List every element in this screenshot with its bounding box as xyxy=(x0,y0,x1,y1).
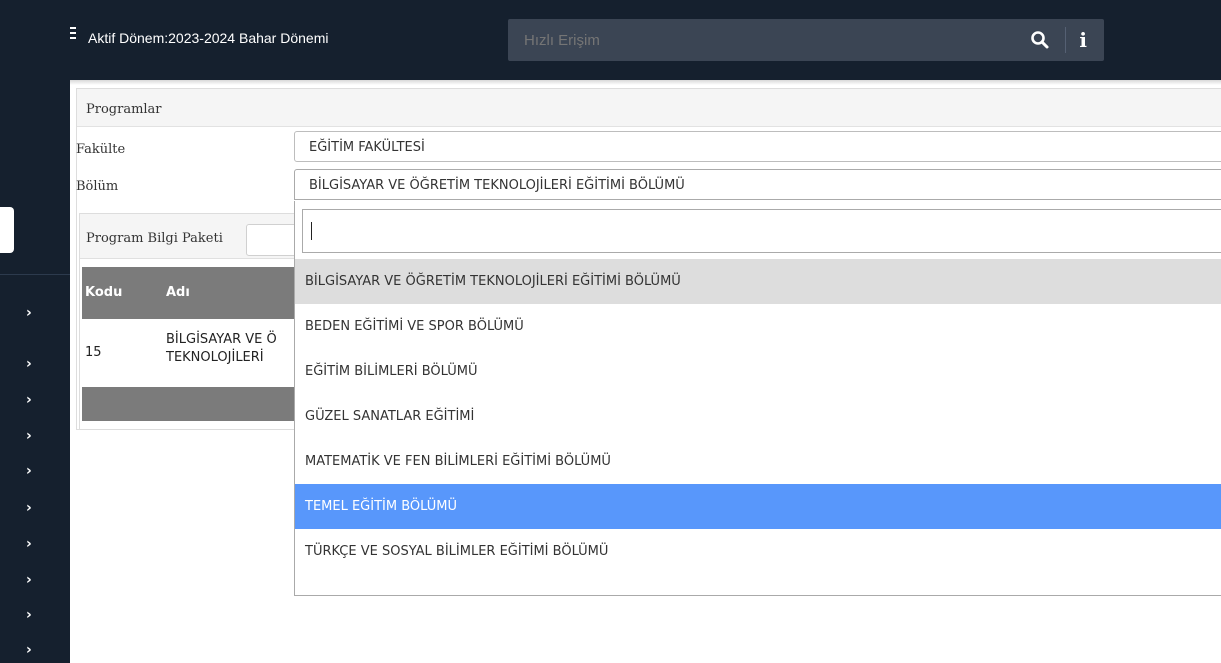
sidebar-chevron-icon[interactable]: › xyxy=(26,573,40,587)
table-row[interactable]: 15 BİLGİSAYAR VE Ö TEKNOLOJİLERİ xyxy=(82,319,297,387)
column-header-name: Adı xyxy=(166,285,190,300)
left-sidebar: › › › › › › › › › › xyxy=(0,0,70,663)
sidebar-divider xyxy=(0,274,70,275)
department-select[interactable]: BİLGİSAYAR VE ÖĞRETİM TEKNOLOJİLERİ EĞİT… xyxy=(294,169,1221,200)
sidebar-chevron-icon[interactable]: › xyxy=(26,357,40,371)
panel-header: Programlar xyxy=(77,89,1221,127)
dropdown-option[interactable]: MATEMATİK VE FEN BİLİMLERİ EĞİTİMİ BÖLÜM… xyxy=(295,439,1221,484)
search-icon[interactable] xyxy=(1030,30,1050,50)
text-caret xyxy=(311,222,312,240)
dropdown-option[interactable]: TEMEL EĞİTİM BÖLÜMÜ xyxy=(295,484,1221,529)
top-bar-shadow xyxy=(70,80,1221,85)
sidebar-chevron-icon[interactable]: › xyxy=(26,464,40,478)
sidebar-chevron-icon[interactable]: › xyxy=(26,643,40,657)
sidebar-chevron-icon[interactable]: › xyxy=(26,306,40,320)
sidebar-chevron-icon[interactable]: › xyxy=(26,429,40,443)
table-header: Kodu Adı xyxy=(82,267,297,319)
quick-access-bar[interactable]: i xyxy=(508,19,1104,61)
faculty-select[interactable]: EĞİTİM FAKÜLTESİ xyxy=(294,131,1221,162)
dropdown-option[interactable]: BİLGİSAYAR VE ÖĞRETİM TEKNOLOJİLERİ EĞİT… xyxy=(295,259,1221,304)
dropdown-option[interactable]: BEDEN EĞİTİMİ VE SPOR BÖLÜMÜ xyxy=(295,304,1221,349)
department-dropdown: BİLGİSAYAR VE ÖĞRETİM TEKNOLOJİLERİ EĞİT… xyxy=(294,201,1221,596)
dropdown-option[interactable]: GÜZEL SANATLAR EĞİTİMİ xyxy=(295,394,1221,439)
department-value: BİLGİSAYAR VE ÖĞRETİM TEKNOLOJİLERİ EĞİT… xyxy=(309,178,685,193)
table-footer xyxy=(82,387,297,421)
program-info-title: Program Bilgi Paketi xyxy=(86,231,223,246)
search-separator xyxy=(1065,27,1066,53)
quick-access-input[interactable] xyxy=(522,31,1006,50)
sidebar-chevron-icon[interactable]: › xyxy=(26,537,40,551)
panel-title: Programlar xyxy=(86,102,162,117)
menu-toggle-icon[interactable] xyxy=(70,27,76,41)
sidebar-chevron-icon[interactable]: › xyxy=(26,608,40,622)
faculty-value: EĞİTİM FAKÜLTESİ xyxy=(309,140,425,155)
dropdown-option[interactable]: EĞİTİM BİLİMLERİ BÖLÜMÜ xyxy=(295,349,1221,394)
info-icon[interactable]: i xyxy=(1079,28,1087,52)
row-name: BİLGİSAYAR VE Ö TEKNOLOJİLERİ xyxy=(166,332,277,365)
sidebar-chevron-icon[interactable]: › xyxy=(26,393,40,407)
active-term-label: Aktif Dönem:2023-2024 Bahar Dönemi xyxy=(88,30,329,46)
department-label: Bölüm xyxy=(76,179,119,194)
sidebar-active-tab[interactable] xyxy=(0,207,14,253)
dropdown-options: BİLGİSAYAR VE ÖĞRETİM TEKNOLOJİLERİ EĞİT… xyxy=(295,259,1221,574)
column-header-code: Kodu xyxy=(85,285,123,300)
dropdown-option[interactable]: TÜRKÇE VE SOSYAL BİLİMLER EĞİTİMİ BÖLÜMÜ xyxy=(295,529,1221,574)
top-bar: Aktif Dönem:2023-2024 Bahar Dönemi i xyxy=(70,0,1221,80)
faculty-label: Fakülte xyxy=(76,142,126,157)
sidebar-chevron-icon[interactable]: › xyxy=(26,501,40,515)
dropdown-search-input[interactable] xyxy=(302,209,1221,253)
row-code: 15 xyxy=(85,345,102,360)
program-info-header: Program Bilgi Paketi xyxy=(80,214,308,259)
